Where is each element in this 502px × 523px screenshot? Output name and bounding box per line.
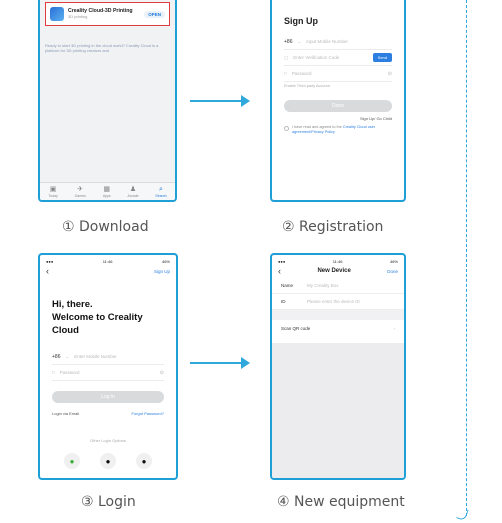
wechat-icon[interactable]: ● bbox=[64, 453, 80, 469]
tab-games[interactable]: ✈ Games bbox=[75, 186, 86, 198]
submit-button[interactable]: Done bbox=[284, 100, 392, 112]
creality-cloud-app-icon bbox=[50, 7, 64, 21]
other-login-label: Other Login Options bbox=[90, 438, 126, 443]
step-caption-new-equipment: ④ New equipment bbox=[277, 494, 405, 510]
tab-apps[interactable]: ▦ Apps bbox=[103, 186, 111, 198]
password-field[interactable]: □ Password ⊙ bbox=[52, 365, 164, 381]
app-store-body bbox=[40, 56, 175, 182]
app-store-header: Creality Cloud-3D Printing 3D printing O… bbox=[40, 0, 175, 40]
login-button[interactable]: Log in bbox=[52, 391, 164, 403]
nav-bar: ‹ New Device Done bbox=[272, 264, 404, 278]
send-code-button[interactable]: Send bbox=[372, 53, 392, 62]
signal-icon: ●●● bbox=[46, 259, 54, 264]
status-bar: ●●● 11:46 46% bbox=[272, 255, 404, 264]
done-button[interactable]: Done bbox=[387, 269, 398, 274]
dashed-connector-end bbox=[456, 506, 469, 522]
code-login-link[interactable]: Login via Email bbox=[52, 411, 79, 416]
have-account-link[interactable]: Sign Up/ Go Child bbox=[272, 112, 404, 125]
arrow-login-to-new-equipment bbox=[190, 357, 250, 369]
dashed-connector bbox=[466, 0, 467, 516]
shield-icon: ▢ bbox=[284, 54, 289, 60]
nav-bar: ‹ Sign Up bbox=[40, 264, 176, 278]
games-icon: ✈ bbox=[77, 185, 84, 193]
app-store-tabbar: ▣ Today ✈ Games ▦ Apps ♟ Arcade ⌕ Search bbox=[40, 182, 175, 200]
phone-placeholder: Input Mobile Number bbox=[306, 39, 349, 44]
id-field[interactable]: ID Please enter the device ID bbox=[272, 294, 404, 310]
step-caption-download: ① Download bbox=[62, 219, 149, 235]
battery: 46% bbox=[161, 259, 170, 264]
chevron-down-icon: ⌄ bbox=[297, 38, 302, 44]
arcade-icon: ♟ bbox=[129, 185, 137, 193]
forgot-password-link[interactable]: Forgot Password? bbox=[132, 411, 164, 416]
lock-icon: □ bbox=[284, 71, 287, 76]
social-logins: ● ● ● bbox=[40, 443, 176, 478]
page-title: New Device bbox=[317, 268, 351, 274]
arrow-download-to-registration bbox=[190, 95, 250, 107]
eye-icon[interactable]: ⊙ bbox=[160, 370, 164, 376]
apps-icon: ▦ bbox=[103, 185, 110, 193]
verification-code-field[interactable]: ▢ Enter Verification Code Send bbox=[284, 50, 392, 66]
phone-field[interactable]: +86 ⌄ Enter Mobile Number bbox=[52, 349, 164, 365]
search-icon: ⌕ bbox=[159, 185, 163, 193]
eye-icon[interactable]: ⊙ bbox=[388, 71, 392, 77]
name-field[interactable]: Name My Creality Box bbox=[272, 278, 404, 294]
app-description: Ready to start 3D printing in the cloud … bbox=[40, 40, 175, 56]
app-card[interactable]: Creality Cloud-3D Printing 3D printing O… bbox=[45, 2, 170, 26]
agreement: I have read and agreed to the Creality C… bbox=[272, 125, 404, 135]
open-button[interactable]: OPEN bbox=[144, 10, 165, 18]
country-code[interactable]: +86 bbox=[52, 354, 60, 360]
login-options: Login via Email Forgot Password? bbox=[40, 403, 176, 424]
battery: 46% bbox=[389, 259, 398, 264]
tab-arcade[interactable]: ♟ Arcade bbox=[128, 186, 139, 198]
apple-icon[interactable]: ● bbox=[136, 453, 152, 469]
clock: 11:46 bbox=[332, 259, 343, 264]
page-title: Sign Up bbox=[284, 16, 318, 26]
sign-up-link[interactable]: Sign Up bbox=[154, 269, 170, 274]
agree-checkbox[interactable] bbox=[284, 126, 289, 131]
clock: 11:46 bbox=[102, 259, 113, 264]
lock-icon: □ bbox=[52, 370, 55, 375]
greeting: Hi, there. Welcome to Creality Cloud bbox=[52, 299, 143, 336]
download-screen: Creality Cloud-3D Printing 3D printing O… bbox=[38, 0, 177, 202]
registration-screen: Sign Up +86 ⌄ Input Mobile Number ▢ Ente… bbox=[270, 0, 406, 202]
qq-icon[interactable]: ● bbox=[100, 453, 116, 469]
scan-qr-row[interactable]: Scan QR code › bbox=[272, 320, 404, 336]
phone-field[interactable]: +86 ⌄ Input Mobile Number bbox=[284, 34, 392, 50]
step-caption-login: ③ Login bbox=[81, 494, 136, 510]
step-caption-registration: ② Registration bbox=[282, 219, 384, 235]
empty-area bbox=[272, 343, 404, 478]
signal-icon: ●●● bbox=[278, 259, 286, 264]
back-icon[interactable]: ‹ bbox=[46, 266, 49, 276]
today-icon: ▣ bbox=[49, 185, 57, 193]
back-icon[interactable]: ‹ bbox=[278, 266, 281, 276]
tab-search[interactable]: ⌕ Search bbox=[155, 186, 166, 198]
chevron-right-icon: › bbox=[393, 325, 396, 331]
tab-today[interactable]: ▣ Today bbox=[48, 186, 57, 198]
login-screen: ●●● 11:46 46% ‹ Sign Up Hi, there. Welco… bbox=[38, 253, 178, 480]
app-subtitle: 3D printing bbox=[68, 14, 88, 19]
password-field[interactable]: □ Password ⊙ bbox=[284, 66, 392, 82]
new-device-screen: ●●● 11:46 46% ‹ New Device Done Name My … bbox=[270, 253, 406, 480]
divider bbox=[272, 310, 404, 320]
country-code[interactable]: +86 bbox=[284, 39, 292, 45]
status-bar: ●●● 11:46 46% bbox=[40, 255, 176, 264]
hint-text: Enable Third-party Account bbox=[284, 84, 330, 88]
chevron-down-icon: ⌄ bbox=[65, 353, 70, 359]
